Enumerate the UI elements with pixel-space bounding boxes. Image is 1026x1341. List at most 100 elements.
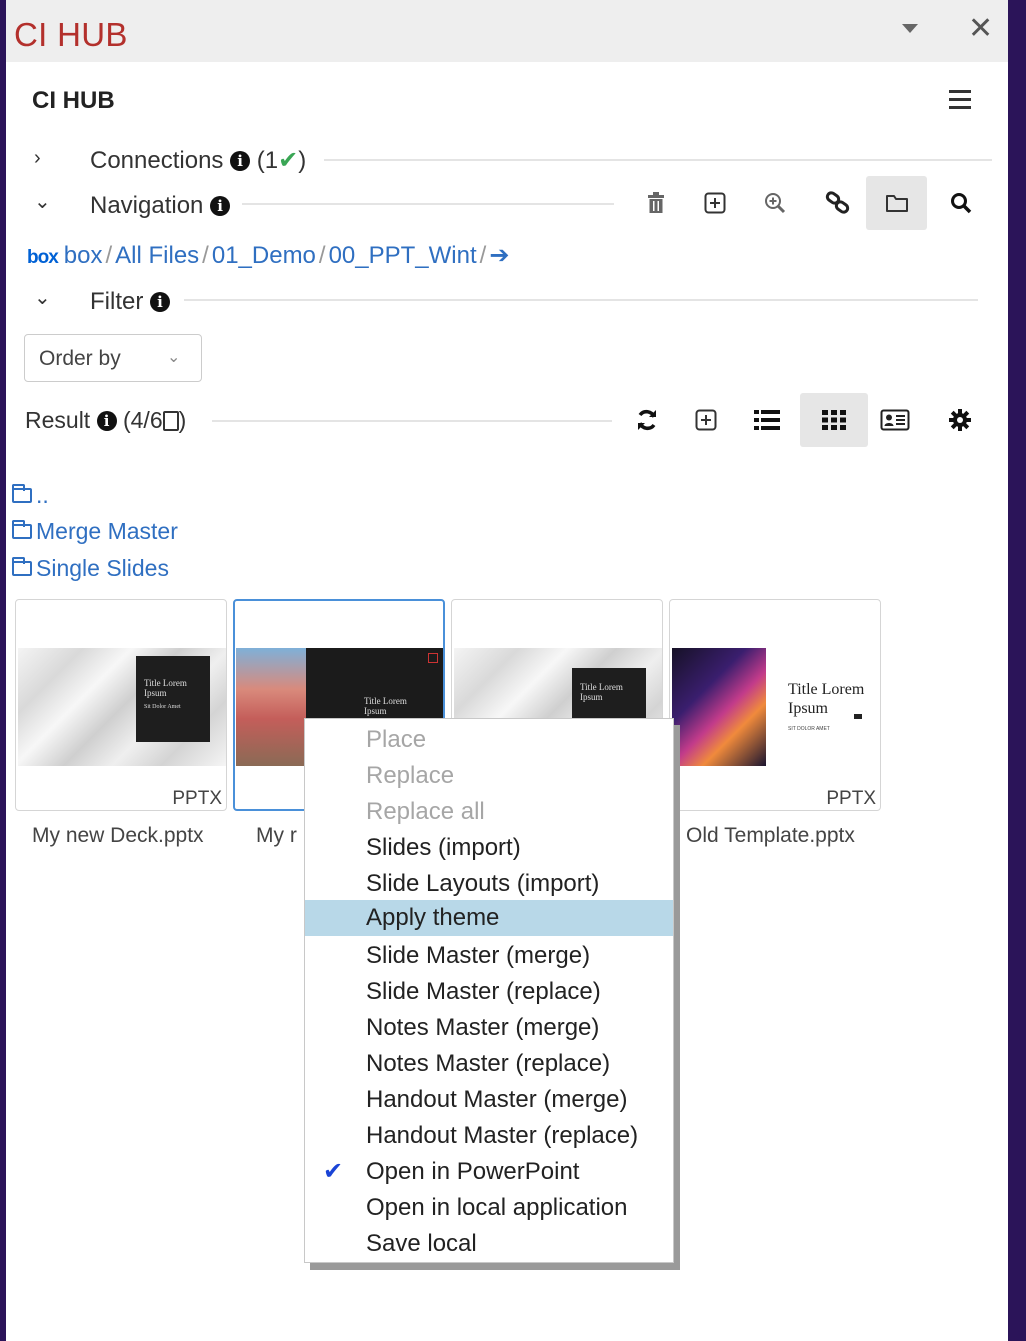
card-view-icon[interactable] — [878, 404, 912, 436]
context-menu: Place Replace Replace all Slides (import) Sl… — [304, 718, 674, 1263]
folder-icon — [12, 557, 32, 576]
file-thumbnail: Title Lorem Ipsum Sit Dolor Amet — [18, 648, 226, 766]
info-icon[interactable]: i — [210, 196, 231, 216]
menu-item-label: Handout Master (replace) — [366, 1122, 639, 1149]
breadcrumb: box box / All Files/01_Demo/00_PPT_Wint / ➔ — [27, 241, 509, 270]
settings-icon[interactable] — [944, 404, 976, 436]
menu-item-label: Handout Master (merge) — [366, 1086, 628, 1113]
divider — [212, 420, 612, 422]
photo-panel — [236, 648, 306, 766]
folder-icon — [12, 520, 32, 539]
file-name[interactable]: Old Template.pptx — [686, 824, 855, 848]
menu-item[interactable]: ✔ Open in PowerPoint — [305, 1154, 673, 1190]
divider — [184, 299, 978, 301]
add-square-icon[interactable] — [698, 186, 732, 220]
file-card[interactable]: Title Lorem Ipsum Sit Dolor Amet PPTX — [15, 599, 227, 811]
connections-section[interactable]: › Connections i (1✔) — [6, 143, 1008, 179]
folder-icon[interactable] — [866, 176, 927, 230]
chevron-down-icon[interactable]: ⌄ — [34, 189, 51, 214]
menu-item-label: Open in PowerPoint — [366, 1158, 580, 1185]
hamburger-icon[interactable] — [949, 90, 971, 114]
window-titlebar: CI HUB ✕ — [6, 0, 1008, 62]
divider — [242, 203, 614, 205]
filter-section[interactable]: ⌄ Filter i — [6, 283, 1008, 319]
caret-down-icon[interactable] — [902, 24, 918, 33]
menu-item-label: Slide Layouts (import) — [366, 870, 600, 897]
link-icon[interactable] — [818, 186, 858, 220]
menu-item-label: Notes Master (merge) — [366, 1014, 600, 1041]
checkmark-icon: ✔ — [323, 1158, 344, 1185]
breadcrumb-item[interactable]: 01_Demo — [212, 242, 316, 269]
breadcrumb-item[interactable]: 00_PPT_Wint — [329, 242, 477, 269]
box-logo-icon: box — [27, 247, 59, 268]
menu-item[interactable]: Notes Master (merge) — [305, 1010, 673, 1046]
breadcrumb-item[interactable]: All Files — [115, 242, 199, 269]
window-title: CI HUB — [14, 16, 128, 53]
folder-item[interactable]: Single Slides — [12, 555, 169, 582]
menu-item: Replace all — [305, 794, 673, 830]
menu-item[interactable]: Slide Layouts (import) — [305, 866, 673, 902]
result-count: (4/6 — [122, 407, 163, 433]
search-icon[interactable] — [944, 186, 978, 220]
file-card[interactable]: Title Lorem Ipsum SIT DOLOR AMET PPTX — [669, 599, 881, 811]
result-header: Result i (4/6) — [25, 407, 186, 434]
file-type-label: PPTX — [826, 788, 876, 809]
menu-item[interactable]: Open in local application — [305, 1190, 673, 1226]
thumbnail-title: Title Lorem Ipsum — [580, 682, 623, 702]
file-thumbnail: Title Lorem Ipsum SIT DOLOR AMET — [672, 648, 880, 766]
menu-item-label: Replace — [366, 762, 455, 789]
menu-item-label: Replace all — [366, 798, 485, 825]
info-icon[interactable]: i — [230, 151, 251, 171]
info-icon[interactable]: i — [96, 411, 117, 431]
menu-item: Replace — [305, 758, 673, 794]
order-by-select[interactable]: Order by ⌄ — [24, 334, 202, 382]
menu-item[interactable]: Notes Master (replace) — [305, 1046, 673, 1082]
thumbnail-title: Title Lorem Ipsum — [364, 696, 407, 716]
menu-item-label: Open in local application — [366, 1194, 628, 1221]
panel-heading: CI HUB — [32, 87, 115, 114]
menu-item-label: Slides (import) — [366, 834, 521, 861]
grid-view-icon[interactable] — [800, 393, 868, 447]
folder-name: Merge Master — [36, 518, 178, 544]
menu-item[interactable]: Apply theme — [305, 900, 673, 936]
refresh-icon[interactable] — [632, 404, 662, 436]
folder-icon — [12, 484, 32, 503]
thumbnail-subtitle: SIT DOLOR AMET — [788, 726, 830, 732]
divider — [324, 159, 992, 161]
list-view-icon[interactable] — [750, 404, 784, 436]
menu-item[interactable]: Handout Master (merge) — [305, 1082, 673, 1118]
menu-item[interactable]: Slide Master (merge) — [305, 938, 673, 974]
folder-item[interactable]: Merge Master — [12, 518, 178, 545]
file-name[interactable]: My r — [256, 824, 297, 848]
info-icon[interactable]: i — [150, 292, 171, 312]
menu-item: Place — [305, 722, 673, 758]
result-count-end: ) — [178, 407, 187, 433]
breadcrumb-separator: / — [202, 242, 209, 269]
menu-item[interactable]: Slides (import) — [305, 830, 673, 866]
check-icon: ✔ — [278, 147, 299, 174]
chevron-right-icon[interactable]: › — [34, 147, 41, 170]
result-label: Result — [25, 407, 91, 433]
ci-hub-pane: CI HUB ✕ CI HUB › Connections i (1✔) ⌄ N… — [6, 0, 1008, 1341]
close-icon[interactable]: ✕ — [968, 14, 993, 44]
breadcrumb-separator: / — [105, 242, 113, 269]
menu-item[interactable]: Save local — [305, 1226, 673, 1262]
file-name[interactable]: My new Deck.pptx — [32, 824, 204, 848]
menu-item-label: Place — [366, 726, 427, 753]
order-by-label: Order by — [39, 347, 121, 370]
menu-item-label: Save local — [366, 1230, 477, 1257]
chevron-down-icon[interactable]: ⌄ — [34, 285, 51, 310]
menu-item[interactable]: Slide Master (replace) — [305, 974, 673, 1010]
breadcrumb-item[interactable]: box — [64, 242, 103, 269]
add-square-icon[interactable] — [690, 404, 722, 436]
zoom-in-icon[interactable] — [758, 186, 792, 220]
menu-item-label: Notes Master (replace) — [366, 1050, 611, 1077]
thumbnail-title-box: Title Lorem Ipsum Sit Dolor Amet — [136, 656, 210, 742]
trash-icon[interactable] — [640, 186, 672, 220]
arrow-right-icon[interactable]: ➔ — [489, 242, 509, 269]
folder-name: .. — [36, 482, 49, 508]
menu-item[interactable]: Handout Master (replace) — [305, 1118, 673, 1154]
menu-item-label: Slide Master (merge) — [366, 942, 591, 969]
folder-item[interactable]: .. — [12, 482, 49, 509]
thumbnail-subtitle: Sit Dolor Amet — [144, 704, 181, 710]
